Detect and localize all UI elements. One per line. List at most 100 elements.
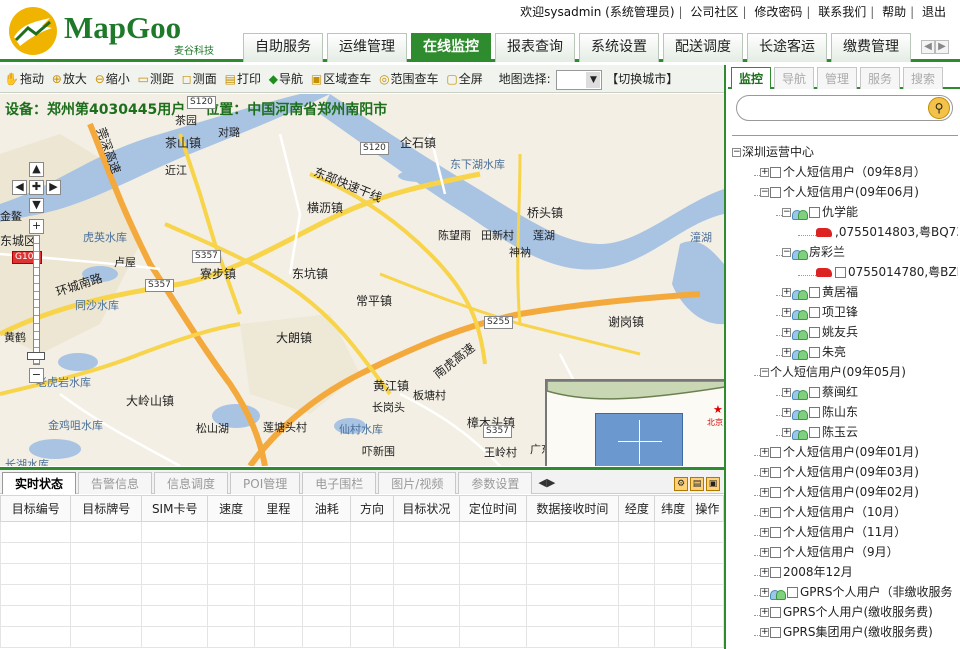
chevron-left-icon[interactable]: ◀ <box>921 40 935 54</box>
tree-node-label[interactable]: GPRS个人用户(缴收服务费) <box>783 605 933 619</box>
tree-node[interactable]: + 陈山东 <box>732 402 958 422</box>
tab-system-settings[interactable]: 系统设置 <box>579 33 659 62</box>
tab-geofence[interactable]: 电子围栏 <box>302 472 377 494</box>
tree-checkbox[interactable] <box>770 547 781 558</box>
tree-checkbox[interactable] <box>770 507 781 518</box>
tab-search[interactable]: 搜索 <box>903 67 943 89</box>
pan-up-icon[interactable]: ▲ <box>29 162 44 177</box>
tree-search-input[interactable]: ⚲ <box>736 95 953 121</box>
expand-icon[interactable]: + <box>760 528 769 537</box>
expand-icon[interactable]: + <box>782 408 791 417</box>
tree-node-label[interactable]: ,0755014803,粤BQ738 <box>835 225 958 239</box>
expand-icon[interactable]: + <box>782 428 791 437</box>
collapse-icon[interactable]: − <box>760 368 769 377</box>
expand-icon[interactable]: + <box>782 288 791 297</box>
expand-icon[interactable]: + <box>782 388 791 397</box>
col-direction[interactable]: 方向 <box>350 495 394 522</box>
tree-checkbox[interactable] <box>770 467 781 478</box>
tab-photo-video[interactable]: 图片/视频 <box>378 472 457 494</box>
tab-long-distance[interactable]: 长途客运 <box>747 33 827 62</box>
tree-checkbox[interactable] <box>809 387 820 398</box>
expand-icon[interactable]: + <box>760 608 769 617</box>
pan-right-icon[interactable]: ▶ <box>46 180 61 195</box>
col-locate-time[interactable]: 定位时间 <box>459 495 527 522</box>
pan-left-icon[interactable]: ◀ <box>12 180 27 195</box>
tree-node-label[interactable]: 个人短信用户（09年8月） <box>783 165 926 179</box>
link-community[interactable]: 公司社区 <box>690 5 738 19</box>
expand-icon[interactable]: + <box>760 548 769 557</box>
expand-icon[interactable]: + <box>760 588 769 597</box>
tree-checkbox[interactable] <box>809 307 820 318</box>
tree-node[interactable]: + 个人短信用户(09年02月) <box>732 482 958 502</box>
document-icon[interactable]: ▤ <box>690 477 704 491</box>
tree-node[interactable]: + GPRS个人用户(缴收服务费) <box>732 602 958 622</box>
tab-poi[interactable]: POI管理 <box>230 472 301 494</box>
tree-node[interactable]: − 仇学能 <box>732 202 958 222</box>
tree-node[interactable]: 0755014780,粤BZK2 <box>732 262 958 282</box>
tree-node[interactable]: + 黄居福 <box>732 282 958 302</box>
tree-checkbox[interactable] <box>835 267 846 278</box>
tree-node-label[interactable]: 个人短信用户(09年06月) <box>783 185 919 199</box>
tab-online-monitor[interactable]: 在线监控 <box>411 33 491 62</box>
tree-node-label[interactable]: 0755014780,粤BZK2 <box>848 265 958 279</box>
tree-node[interactable]: +2008年12月 <box>732 562 958 582</box>
tree-node[interactable]: + 个人短信用户（9月） <box>732 542 958 562</box>
tree-node-label[interactable]: 陈山东 <box>822 405 858 419</box>
zoom-plus-icon[interactable]: + <box>29 219 44 234</box>
settings-icon[interactable]: ⚙ <box>674 477 688 491</box>
tree-node-label[interactable]: 黄居福 <box>822 285 858 299</box>
tree-node-label[interactable]: GPRS个人用户（非缴收服务 <box>800 585 953 599</box>
expand-icon[interactable]: + <box>782 348 791 357</box>
col-status[interactable]: 目标状况 <box>392 495 461 522</box>
tab-reports[interactable]: 报表查询 <box>495 33 575 62</box>
expand-icon[interactable]: + <box>760 488 769 497</box>
tool-range-search[interactable]: ◎范围查车 <box>379 65 439 93</box>
col-fuel[interactable]: 油耗 <box>302 495 352 522</box>
link-logout[interactable]: 退出 <box>922 5 946 19</box>
expand-icon[interactable]: + <box>760 168 769 177</box>
link-help[interactable]: 帮助 <box>882 5 906 19</box>
tree-node-label[interactable]: 深圳运营中心 <box>742 145 814 159</box>
table-row[interactable] <box>0 626 725 648</box>
tree-node-label[interactable]: 个人短信用户(09年02月) <box>783 485 919 499</box>
col-target-id[interactable]: 目标编号 <box>0 495 72 522</box>
tool-measure-area[interactable]: ◻测面 <box>182 65 217 93</box>
col-plate[interactable]: 目标牌号 <box>70 495 142 522</box>
tab-realtime-status[interactable]: 实时状态 <box>2 472 77 494</box>
map-canvas[interactable]: 设备：郑州第4030445用户 位置：中国河南省郑州南阳市 茶山镇 企石镇 横沥镇… <box>0 94 724 466</box>
tree-node-label[interactable]: 个人短信用户(09年05月) <box>770 365 906 379</box>
tab-dispatch[interactable]: 配送调度 <box>663 33 743 62</box>
map-select-dropdown[interactable] <box>556 69 603 90</box>
tree-node-label[interactable]: 蔡闽红 <box>822 385 858 399</box>
search-icon[interactable]: ⚲ <box>928 97 950 119</box>
tree-node-label[interactable]: 个人短信用户（11月） <box>783 525 906 539</box>
tree-checkbox[interactable] <box>787 587 798 598</box>
expand-icon[interactable]: + <box>760 448 769 457</box>
tree-node[interactable]: + 个人短信用户（09年8月） <box>732 162 958 182</box>
tool-zoom-in[interactable]: ⊕放大 <box>52 65 87 93</box>
tree-node[interactable]: + GPRS集团用户(缴收服务费) <box>732 622 958 642</box>
tab-monitor[interactable]: 监控 <box>731 67 771 89</box>
tab-ops[interactable]: 运维管理 <box>327 33 407 62</box>
expand-icon[interactable]: + <box>760 468 769 477</box>
tab-navigation[interactable]: 导航 <box>774 67 814 89</box>
collapse-icon[interactable]: − <box>760 188 769 197</box>
tree-checkbox[interactable] <box>770 187 781 198</box>
tree-checkbox[interactable] <box>770 607 781 618</box>
tree-node[interactable]: + 陈玉云 <box>732 422 958 442</box>
tree-node[interactable]: + 个人短信用户（11月） <box>732 522 958 542</box>
col-actions[interactable]: 操作 <box>690 495 725 522</box>
col-longitude[interactable]: 经度 <box>618 495 656 522</box>
tree-node[interactable]: −个人短信用户(09年05月) <box>732 362 958 382</box>
map-overview[interactable]: ★ 北京 <box>545 379 724 466</box>
expand-icon[interactable]: + <box>782 328 791 337</box>
collapse-icon[interactable]: − <box>732 148 741 157</box>
tree-node[interactable]: + 个人短信用户(09年01月) <box>732 442 958 462</box>
tree-checkbox[interactable] <box>770 447 781 458</box>
tab-self-service[interactable]: 自助服务 <box>243 33 323 62</box>
tree-node[interactable]: + 个人短信用户（10月） <box>732 502 958 522</box>
tab-param-settings[interactable]: 参数设置 <box>458 472 533 494</box>
tree-checkbox[interactable] <box>770 527 781 538</box>
tree-checkbox[interactable] <box>809 347 820 358</box>
zoom-slider-handle[interactable] <box>27 352 45 360</box>
